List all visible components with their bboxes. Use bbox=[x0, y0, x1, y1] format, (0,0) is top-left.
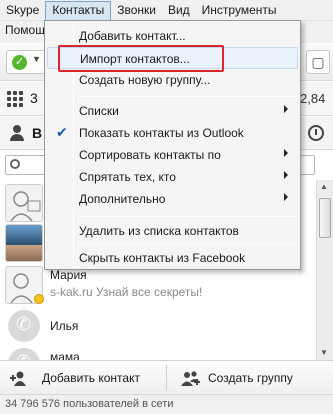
clock-icon[interactable] bbox=[308, 125, 324, 141]
menu-item-label: Создать новую группу... bbox=[79, 73, 211, 87]
submenu-arrow-icon bbox=[284, 193, 288, 201]
avatar bbox=[5, 224, 43, 262]
contact-name: мама bbox=[50, 350, 80, 360]
scroll-down-icon[interactable]: ▼ bbox=[320, 348, 328, 357]
contact-name: Мария bbox=[50, 268, 87, 282]
chevron-down-icon: ▼ bbox=[32, 54, 41, 64]
checkmark-icon: ✔ bbox=[56, 124, 68, 140]
status-button[interactable]: ✓ ▼ bbox=[6, 50, 46, 74]
menu-item-label: Скрыть контакты из Facebook bbox=[79, 251, 246, 265]
menu-separator bbox=[77, 216, 296, 217]
create-group-button[interactable]: Создать группу bbox=[167, 361, 333, 395]
menu-item-create-group[interactable]: Создать новую группу... bbox=[47, 69, 298, 91]
list-item[interactable]: мама bbox=[0, 344, 316, 360]
status-bar: 34 796 576 пользователей в сети bbox=[0, 394, 333, 414]
contact-name: Илья bbox=[50, 319, 79, 333]
annotation-highlight-box bbox=[58, 45, 224, 72]
menu-item-label: Удалить из списка контактов bbox=[79, 224, 239, 238]
phone-icon bbox=[8, 310, 40, 342]
menu-item-label: Списки bbox=[79, 104, 119, 118]
menu-item-hide-facebook[interactable]: Скрыть контакты из Facebook bbox=[47, 247, 298, 269]
menu-separator bbox=[77, 96, 296, 97]
menu-separator bbox=[77, 244, 296, 245]
submenu-arrow-icon bbox=[284, 149, 288, 157]
menu-item-label: Сортировать контакты по bbox=[79, 148, 221, 162]
menu-item-label: Спрятать тех, кто bbox=[79, 170, 176, 184]
list-item[interactable]: Илья bbox=[0, 306, 316, 348]
menu-contacts[interactable]: Контакты bbox=[45, 0, 112, 20]
menu-item-lists[interactable]: Списки bbox=[47, 100, 298, 122]
search-icon bbox=[10, 159, 20, 169]
contact-list-scrollbar[interactable]: ▲ ▼ bbox=[316, 180, 333, 360]
presence-away-icon bbox=[34, 294, 44, 304]
bottom-bar: Добавить контакт Создать группу bbox=[0, 360, 333, 394]
avatar bbox=[5, 184, 43, 222]
sketch-icon bbox=[10, 191, 41, 221]
menu-skype[interactable]: Skype bbox=[0, 1, 45, 20]
scroll-thumb[interactable] bbox=[319, 198, 331, 238]
menu-item-label: Показать контакты из Outlook bbox=[79, 126, 244, 140]
dialpad-icon[interactable] bbox=[7, 91, 23, 107]
menu-item-show-outlook-contacts[interactable]: ✔ Показать контакты из Outlook bbox=[47, 122, 298, 144]
person-icon bbox=[10, 125, 24, 141]
submenu-arrow-icon bbox=[284, 105, 288, 113]
menu-help[interactable]: Помощ bbox=[5, 23, 45, 37]
contact-mood: s-kak.ru Узнай все секреты! bbox=[50, 285, 203, 299]
group-icon bbox=[181, 371, 200, 386]
add-contact-button[interactable]: Добавить контакт bbox=[0, 361, 166, 395]
tab-contacts[interactable]: В bbox=[32, 125, 42, 141]
menu-tools[interactable]: Инструменты bbox=[196, 1, 283, 20]
menu-bar: Skype Контакты Звонки Вид Инструменты bbox=[0, 0, 333, 21]
online-status-icon: ✓ bbox=[12, 55, 27, 70]
menu-item-add-contact[interactable]: Добавить контакт... bbox=[47, 25, 298, 47]
toolbar-right-button[interactable]: ▢ bbox=[306, 50, 330, 74]
menu-view[interactable]: Вид bbox=[162, 1, 196, 20]
menu-item-sort-contacts[interactable]: Сортировать контакты по bbox=[47, 144, 298, 166]
menu-item-hide-those[interactable]: Спрятать тех, кто bbox=[47, 166, 298, 188]
menu-item-label: Добавить контакт... bbox=[79, 29, 186, 43]
menu-item-advanced[interactable]: Дополнительно bbox=[47, 188, 298, 210]
credit-balance: 2,84 bbox=[300, 91, 326, 106]
scroll-up-icon[interactable]: ▲ bbox=[320, 182, 328, 191]
submenu-arrow-icon bbox=[284, 171, 288, 179]
menu-item-remove-contact[interactable]: Удалить из списка контактов bbox=[47, 220, 298, 242]
menu-calls[interactable]: Звонки bbox=[111, 1, 162, 20]
add-contact-icon bbox=[10, 371, 26, 386]
create-group-label: Создать группу bbox=[208, 371, 293, 385]
menu-item-label: Дополнительно bbox=[79, 192, 166, 206]
phone-icon bbox=[8, 348, 40, 360]
add-contact-label: Добавить контакт bbox=[42, 371, 140, 385]
online-users-count: 34 796 576 пользователей в сети bbox=[5, 398, 174, 410]
call-phones-label[interactable]: 3 bbox=[30, 90, 38, 106]
list-item[interactable]: Мария s-kak.ru Узнай все секреты! bbox=[0, 264, 316, 306]
